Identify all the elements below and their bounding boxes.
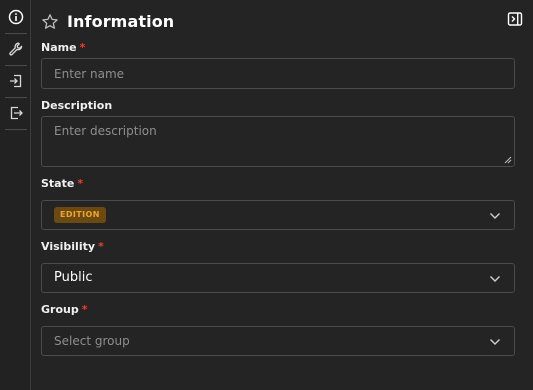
panel-title: Information (67, 12, 175, 31)
required-marker: * (77, 177, 84, 190)
name-input-placeholder: Enter name (54, 67, 125, 81)
resize-handle-icon[interactable] (504, 156, 512, 164)
info-tab-button[interactable] (4, 5, 28, 29)
chevron-down-icon (490, 339, 500, 345)
description-textarea-placeholder: Enter description (54, 124, 157, 138)
rail-divider (5, 97, 27, 98)
required-marker: * (98, 240, 104, 253)
rail-divider (5, 129, 27, 130)
settings-tab-button[interactable] (4, 37, 28, 61)
visibility-label: Visibility * (41, 240, 104, 253)
name-label: Name * (41, 41, 86, 54)
visibility-select[interactable]: Public (41, 263, 515, 293)
description-textarea[interactable]: Enter description (41, 116, 515, 167)
state-select[interactable]: EDITION (41, 200, 515, 230)
group-select[interactable]: Select group (41, 326, 515, 356)
name-input[interactable]: Enter name (41, 58, 515, 89)
group-select-placeholder: Select group (54, 334, 130, 348)
wrench-icon (9, 42, 23, 56)
rail-divider (5, 33, 27, 34)
visibility-value: Public (54, 270, 93, 285)
chevron-down-icon (490, 213, 500, 219)
import-tab-button[interactable] (4, 69, 28, 93)
chevron-down-icon (490, 276, 500, 282)
required-marker: * (81, 303, 88, 316)
group-label: Group * (41, 303, 88, 316)
export-tab-button[interactable] (4, 101, 28, 125)
rail-divider (5, 65, 27, 66)
info-icon (8, 9, 24, 25)
import-icon (10, 74, 22, 88)
required-marker: * (79, 41, 86, 54)
state-label: State * (41, 177, 84, 190)
panel-collapse-icon[interactable] (507, 11, 523, 27)
state-badge: EDITION (54, 207, 106, 223)
export-icon (10, 106, 23, 120)
description-label: Description (41, 99, 113, 112)
side-rail (0, 0, 31, 390)
information-panel: Information Name * Enter name Description… (31, 0, 533, 390)
panel-header: Information (41, 11, 533, 33)
star-outline-icon[interactable] (41, 13, 59, 31)
